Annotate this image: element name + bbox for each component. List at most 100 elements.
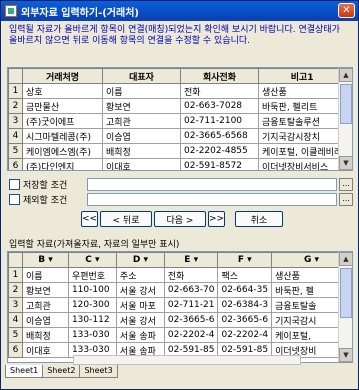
source-column-header[interactable]: B ▾ — [21, 252, 69, 268]
table-cell[interactable]: 이더넷장비서비스 — [257, 158, 347, 170]
table-row[interactable]: 4 이승엽 130-112 서울 강서 02-3665-6 02-3665-6 기지국감시 — [8, 312, 352, 328]
table-cell[interactable]: 주소 — [115, 267, 165, 283]
mapping-column-header[interactable]: 회사전화 — [180, 68, 259, 84]
save-condition-input[interactable] — [87, 178, 337, 191]
table-cell[interactable]: 130-112 — [67, 312, 117, 328]
table-row[interactable]: 1 이름 우편번호 주소 전화 팩스 생산품 — [8, 267, 352, 283]
back-button[interactable]: < 뒤로 — [100, 211, 152, 227]
table-cell[interactable]: 02-2202-4855 — [180, 143, 259, 159]
table-cell[interactable]: 02-3665-6 — [217, 312, 273, 328]
table-cell[interactable]: 금융토탈솔루션 — [257, 113, 347, 129]
table-cell[interactable]: (주)굿이에프 — [22, 113, 103, 129]
mapping-grid-scrollbar[interactable]: ▲ ▼ — [338, 68, 352, 170]
table-cell[interactable]: 케이엠에스엠(주) — [22, 143, 103, 159]
table-cell[interactable]: 이름 — [102, 83, 181, 99]
table-row[interactable]: 4 시그마텔레콤(주) 이승엽 02-3665-6568 기지국감시장치 — [8, 128, 347, 144]
table-cell[interactable]: 02-663-7028 — [180, 98, 259, 114]
table-cell[interactable]: 서울 송파 — [115, 327, 165, 343]
scroll-up-icon[interactable]: ▲ — [339, 68, 352, 82]
table-cell[interactable]: 02-6384-3 — [217, 297, 273, 313]
table-row[interactable]: 3 고희관 120-300 서울 마포 02-711-21 02-6384-3 금융토탈솔 — [8, 297, 352, 313]
table-cell[interactable]: 이대호 — [102, 158, 181, 170]
table-cell[interactable]: 서울 강서 — [115, 312, 165, 328]
table-cell[interactable]: 우편번호 — [67, 267, 117, 283]
source-column-header[interactable]: C ▾ — [67, 252, 117, 268]
table-cell[interactable]: 황보연 — [21, 282, 69, 298]
table-row[interactable]: 1 상호 이름 전화 생산품 — [8, 83, 347, 99]
table-cell[interactable]: 금만물산 — [22, 98, 103, 114]
table-cell[interactable]: 서울 마포 — [115, 297, 165, 313]
table-cell[interactable]: 133-030 — [67, 327, 117, 343]
source-grid-scrollbar[interactable]: ▲ ▼ — [338, 252, 352, 362]
title-bar[interactable]: 외부자료 입력하기-(거래처) ✕ — [1, 1, 358, 21]
sheet-tab[interactable]: Sheet3 — [79, 365, 118, 378]
source-grid-hscrollbar[interactable] — [73, 355, 301, 365]
exclude-condition-input[interactable] — [87, 193, 337, 206]
table-cell[interactable]: 02-3665-6568 — [180, 128, 259, 144]
table-cell[interactable]: 02-3665-6 — [163, 312, 219, 328]
table-row[interactable]: 5 케이엠에스엠(주) 배희정 02-2202-4855 케이포털, 이클레비레 — [8, 143, 347, 159]
table-row[interactable]: 5 배희정 133-030 서울 송파 02-2202-4 02-2202-4 케이포털, — [8, 327, 352, 343]
table-cell[interactable]: 황보연 — [102, 98, 181, 114]
save-condition-browse-button[interactable]: ... — [339, 178, 353, 191]
table-cell[interactable]: 시그마텔레콤(주) — [22, 128, 103, 144]
table-cell[interactable]: 배희정 — [21, 327, 69, 343]
last-button[interactable]: >> — [208, 211, 225, 227]
table-cell[interactable]: 생산품 — [257, 83, 347, 99]
table-cell[interactable]: 고희관 — [102, 113, 181, 129]
source-column-header[interactable]: E ▾ — [163, 252, 219, 268]
table-cell[interactable]: 이승엽 — [21, 312, 69, 328]
table-cell[interactable]: (주)다인엔지 — [22, 158, 103, 170]
table-row[interactable]: 2 금만물산 황보연 02-663-7028 바둑판, 펠리트 — [8, 98, 347, 114]
scroll-up-icon[interactable]: ▲ — [339, 252, 352, 266]
table-cell[interactable]: 이승엽 — [102, 128, 181, 144]
table-cell[interactable]: 02-664-35 — [217, 282, 273, 298]
source-column-header[interactable]: F ▾ — [217, 252, 273, 268]
sheet-tabs: Sheet1 Sheet2 Sheet3 — [5, 365, 118, 378]
source-data-grid[interactable]: B ▾ C ▾ D ▾ E ▾ F ▾ G ▾ 1 이름 우편번호 주소 전화 팩스 생산품 2 황보연 1… — [7, 251, 353, 363]
table-cell[interactable]: 배희정 — [102, 143, 181, 159]
table-cell[interactable]: 02-591-8572 — [180, 158, 259, 170]
scroll-down-icon[interactable]: ▼ — [339, 156, 352, 170]
close-button[interactable]: ✕ — [338, 3, 355, 18]
table-cell[interactable]: 02-711-21 — [163, 297, 219, 313]
sheet-tab[interactable]: Sheet2 — [42, 365, 81, 378]
table-cell[interactable]: 110-100 — [67, 282, 117, 298]
table-cell[interactable]: 바둑판, 펠리트 — [257, 98, 347, 114]
source-column-header[interactable]: D ▾ — [115, 252, 165, 268]
mapping-column-header[interactable]: 비고1 — [257, 68, 347, 84]
mapping-column-header[interactable]: 거래처명 — [22, 68, 103, 84]
table-row[interactable]: 3 (주)굿이에프 고희관 02-711-2100 금융토탈솔루션 — [8, 113, 347, 129]
sheet-tab[interactable]: Sheet1 — [5, 365, 44, 378]
table-row[interactable]: 2 황보연 110-100 서울 강서 02-663-70 02-664-35 바둑판, 펠 — [8, 282, 352, 298]
mapping-grid[interactable]: 거래처명 대표자 회사전화 비고1 1 상호 이름 전화 생산품 2 금만물산 황보연 02-663-… — [7, 67, 353, 171]
scroll-thumb[interactable] — [340, 268, 352, 318]
table-cell[interactable]: 이름 — [21, 267, 69, 283]
exclude-condition-checkbox[interactable] — [9, 194, 20, 205]
table-cell[interactable]: 이대호 — [21, 342, 69, 358]
first-button[interactable]: << — [81, 211, 98, 227]
row-number: 2 — [8, 282, 23, 298]
table-cell[interactable]: 고희관 — [21, 297, 69, 313]
table-cell[interactable]: 서울 강서 — [115, 282, 165, 298]
table-cell[interactable]: 02-663-70 — [163, 282, 219, 298]
table-cell[interactable]: 전화 — [163, 267, 219, 283]
table-cell[interactable]: 120-300 — [67, 297, 117, 313]
table-cell[interactable]: 02-2202-4 — [163, 327, 219, 343]
table-cell[interactable]: 전화 — [180, 83, 259, 99]
mapping-table: 거래처명 대표자 회사전화 비고1 1 상호 이름 전화 생산품 2 금만물산 황보연 02-663-… — [8, 68, 347, 170]
scroll-down-icon[interactable]: ▼ — [339, 348, 352, 362]
table-cell[interactable]: 기지국감시장치 — [257, 128, 347, 144]
table-cell[interactable]: 케이포털, 이클레비레 — [257, 143, 347, 159]
next-button[interactable]: 다음 > — [154, 211, 206, 227]
table-cell[interactable]: 상호 — [22, 83, 103, 99]
table-cell[interactable]: 팩스 — [217, 267, 273, 283]
table-cell[interactable]: 02-711-2100 — [180, 113, 259, 129]
save-condition-checkbox[interactable] — [9, 179, 20, 190]
table-row[interactable]: 6 (주)다인엔지 이대호 02-591-8572 이더넷장비서비스 — [8, 158, 347, 170]
table-cell[interactable]: 02-2202-4 — [217, 327, 273, 343]
scroll-thumb[interactable] — [340, 84, 352, 124]
mapping-column-header[interactable]: 대표자 — [102, 68, 181, 84]
exclude-condition-browse-button[interactable]: ... — [339, 193, 353, 206]
cancel-button[interactable]: 취소 — [235, 211, 283, 227]
